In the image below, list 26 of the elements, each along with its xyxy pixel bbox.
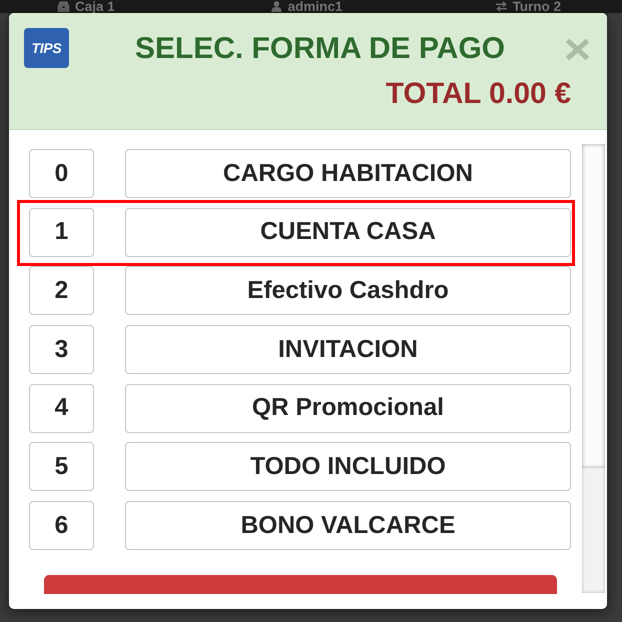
payment-option-button[interactable]: BONO VALCARCE — [125, 501, 571, 550]
tips-button[interactable]: TIPS — [24, 28, 69, 68]
payment-option-button[interactable]: Efectivo Cashdro — [125, 266, 571, 316]
number-button[interactable]: 3 — [29, 325, 94, 374]
number-button[interactable]: 0 — [29, 149, 94, 198]
till-label: Caja 1 — [75, 0, 115, 13]
number-button[interactable]: 2 — [29, 266, 94, 316]
inbox-tray-icon — [57, 1, 70, 12]
payment-option-button[interactable]: INVITACION — [125, 325, 571, 374]
number-button[interactable]: 1 — [29, 208, 94, 257]
number-button[interactable]: 6 — [29, 501, 94, 550]
number-button[interactable]: 4 — [29, 384, 94, 433]
user-label: adminc1 — [288, 0, 343, 13]
payment-option-button[interactable]: QR Promocional — [125, 384, 571, 433]
close-icon[interactable] — [565, 38, 590, 61]
scrollbar-track[interactable] — [582, 144, 605, 593]
scrollbar-thumb[interactable] — [582, 144, 605, 468]
dialog-title: SELEC. FORMA DE PAGO — [134, 32, 506, 66]
user-icon — [270, 1, 283, 12]
payment-option-button[interactable]: CARGO HABITACION — [125, 149, 571, 198]
number-button[interactable]: 5 — [29, 442, 94, 492]
shift-label: Turno 2 — [512, 0, 562, 13]
payment-option-button[interactable]: TODO INCLUIDO — [125, 442, 571, 492]
payment-option-button[interactable]: CUENTA CASA — [125, 208, 571, 257]
exchange-arrows-icon — [494, 1, 508, 12]
total-amount: TOTAL 0.00 € — [386, 77, 571, 110]
